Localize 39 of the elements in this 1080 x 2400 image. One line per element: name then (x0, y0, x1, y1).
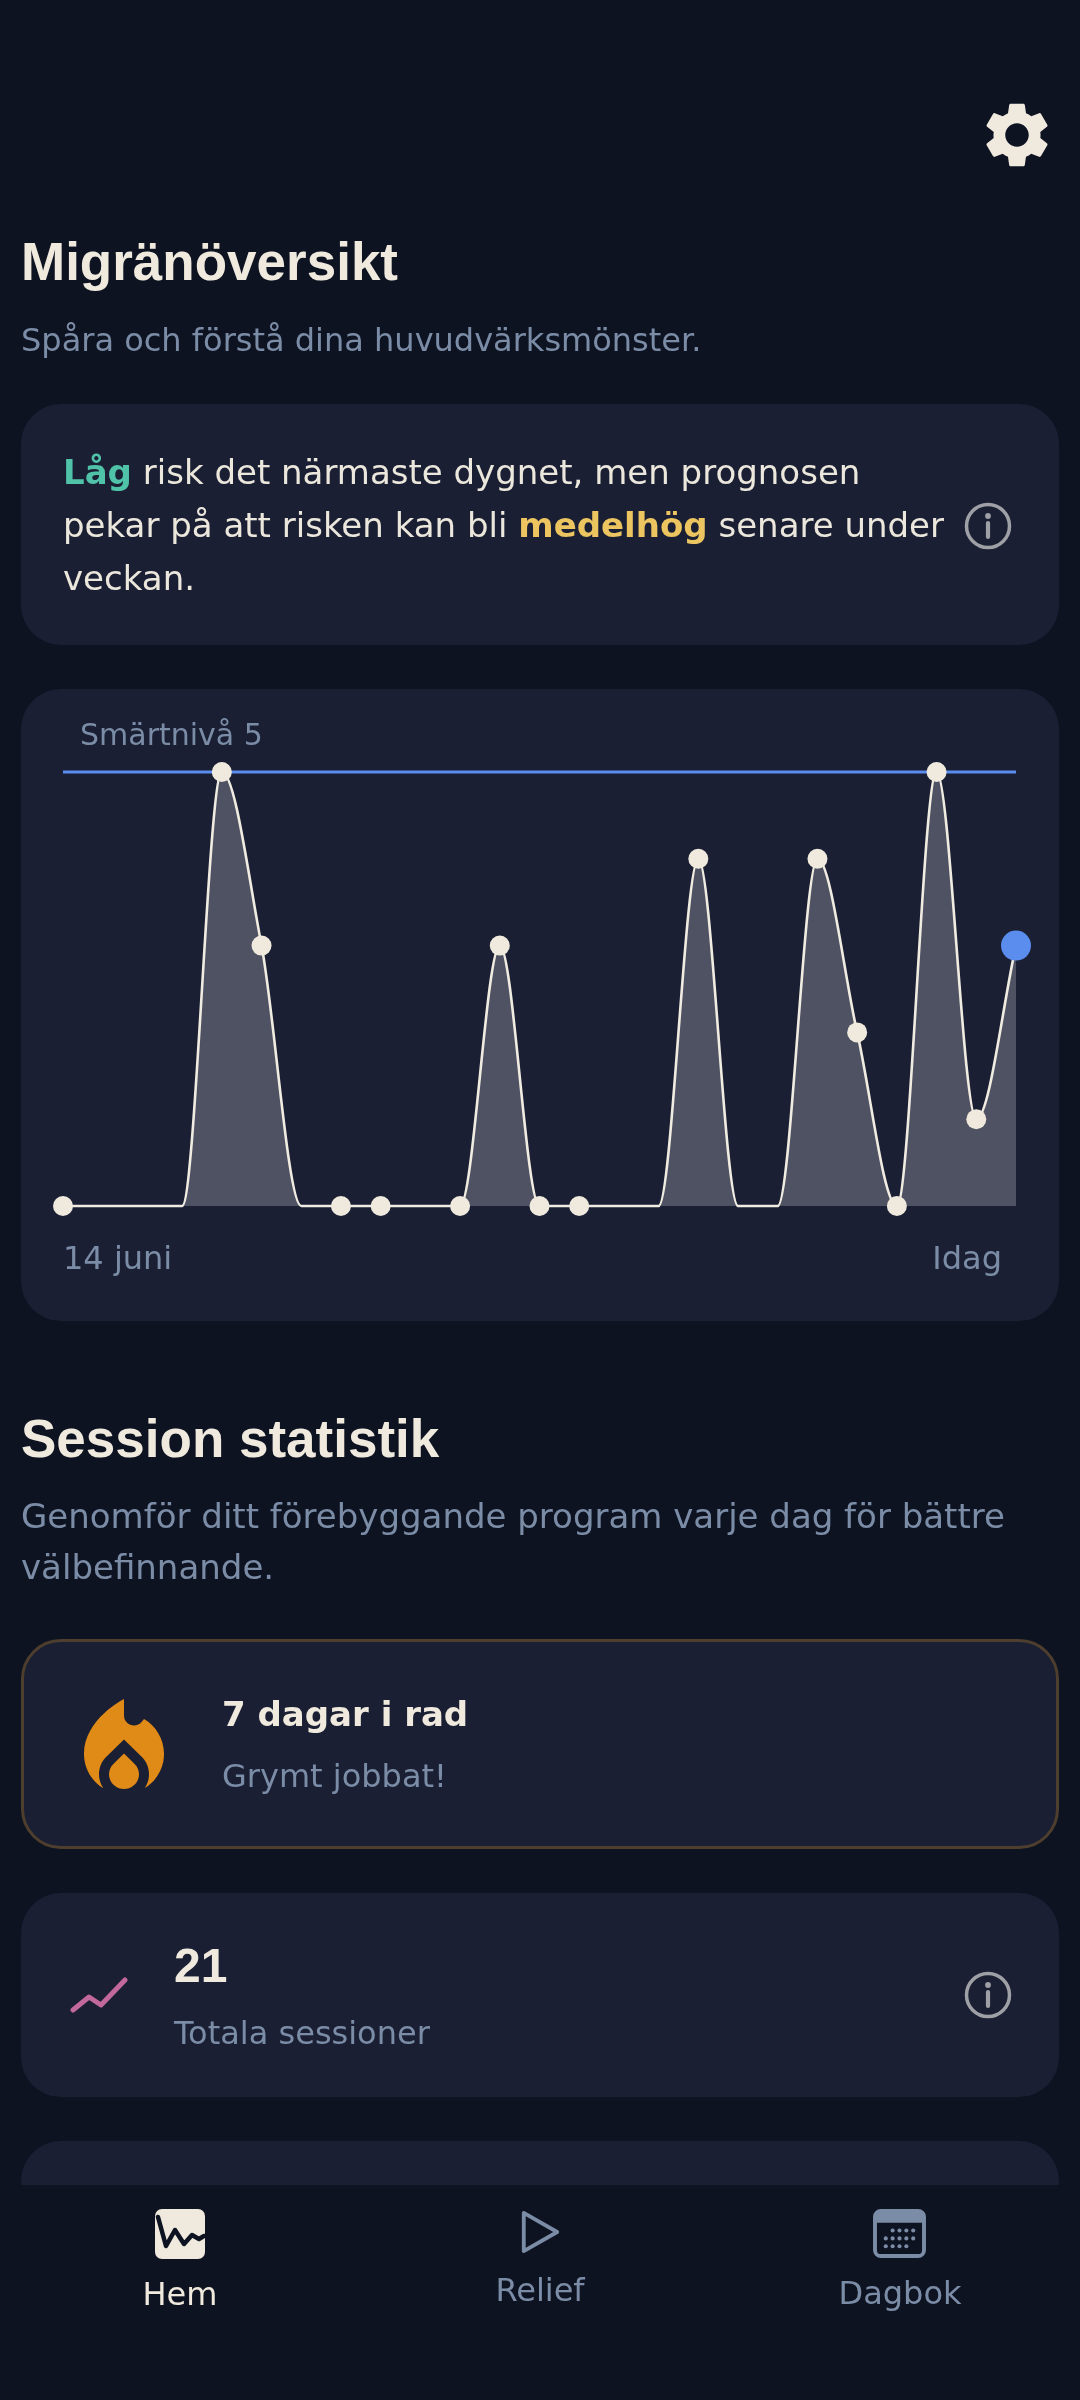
data-point (807, 848, 828, 869)
chart-icon (155, 2209, 205, 2259)
sessions-caption: Totala sessioner (174, 2012, 430, 2053)
data-point (847, 1022, 868, 1043)
page-subtitle: Spåra och förstå dina huvudvärksmönster. (21, 320, 702, 360)
data-point (886, 1196, 907, 1216)
nav-tab[interactable]: Dagbok (828, 2205, 972, 2318)
date-label: Idag (932, 1239, 1002, 1277)
data-point (251, 935, 272, 956)
play-icon (519, 2209, 561, 2255)
section-title: Session statistik (21, 1409, 440, 1469)
settings-icon[interactable] (986, 102, 1048, 168)
data-point (450, 1196, 471, 1216)
threshold-label: Smärtnivå 5 (80, 716, 263, 752)
data-point (569, 1196, 590, 1216)
data-point (53, 1196, 73, 1216)
flame-icon (84, 1699, 164, 1789)
nav-tab[interactable]: Hem (132, 2205, 228, 2319)
info-icon[interactable] (964, 501, 1012, 550)
data-point (926, 762, 947, 782)
section-description: Genomför ditt förebyggande program varje dag för bättre välbefinnande. (21, 1495, 1006, 1589)
data-point (529, 1196, 550, 1216)
info-icon[interactable] (964, 1971, 1012, 2019)
risk-message: Låg risk det närmaste dygnet, men prognosen pekar på att risken kan bli medelhög senare under veckan. (63, 451, 944, 600)
trend-icon (70, 1977, 128, 2013)
streak-caption: Grymt jobbat! (222, 1756, 447, 1796)
streak-title: 7 dagar i rad (222, 1693, 469, 1736)
data-point (966, 1109, 987, 1130)
session-count: 21 (174, 1937, 228, 1994)
nav-tab[interactable]: Relief (485, 2205, 595, 2315)
current-point (1001, 930, 1031, 961)
page-title: Migränöversikt (21, 232, 398, 292)
date-label: 14 juni (63, 1239, 173, 1277)
data-point (688, 848, 709, 869)
data-point (370, 1196, 391, 1216)
data-point (489, 935, 510, 956)
calendar-icon (873, 2209, 927, 2258)
data-point (211, 762, 232, 782)
data-point (330, 1196, 351, 1216)
